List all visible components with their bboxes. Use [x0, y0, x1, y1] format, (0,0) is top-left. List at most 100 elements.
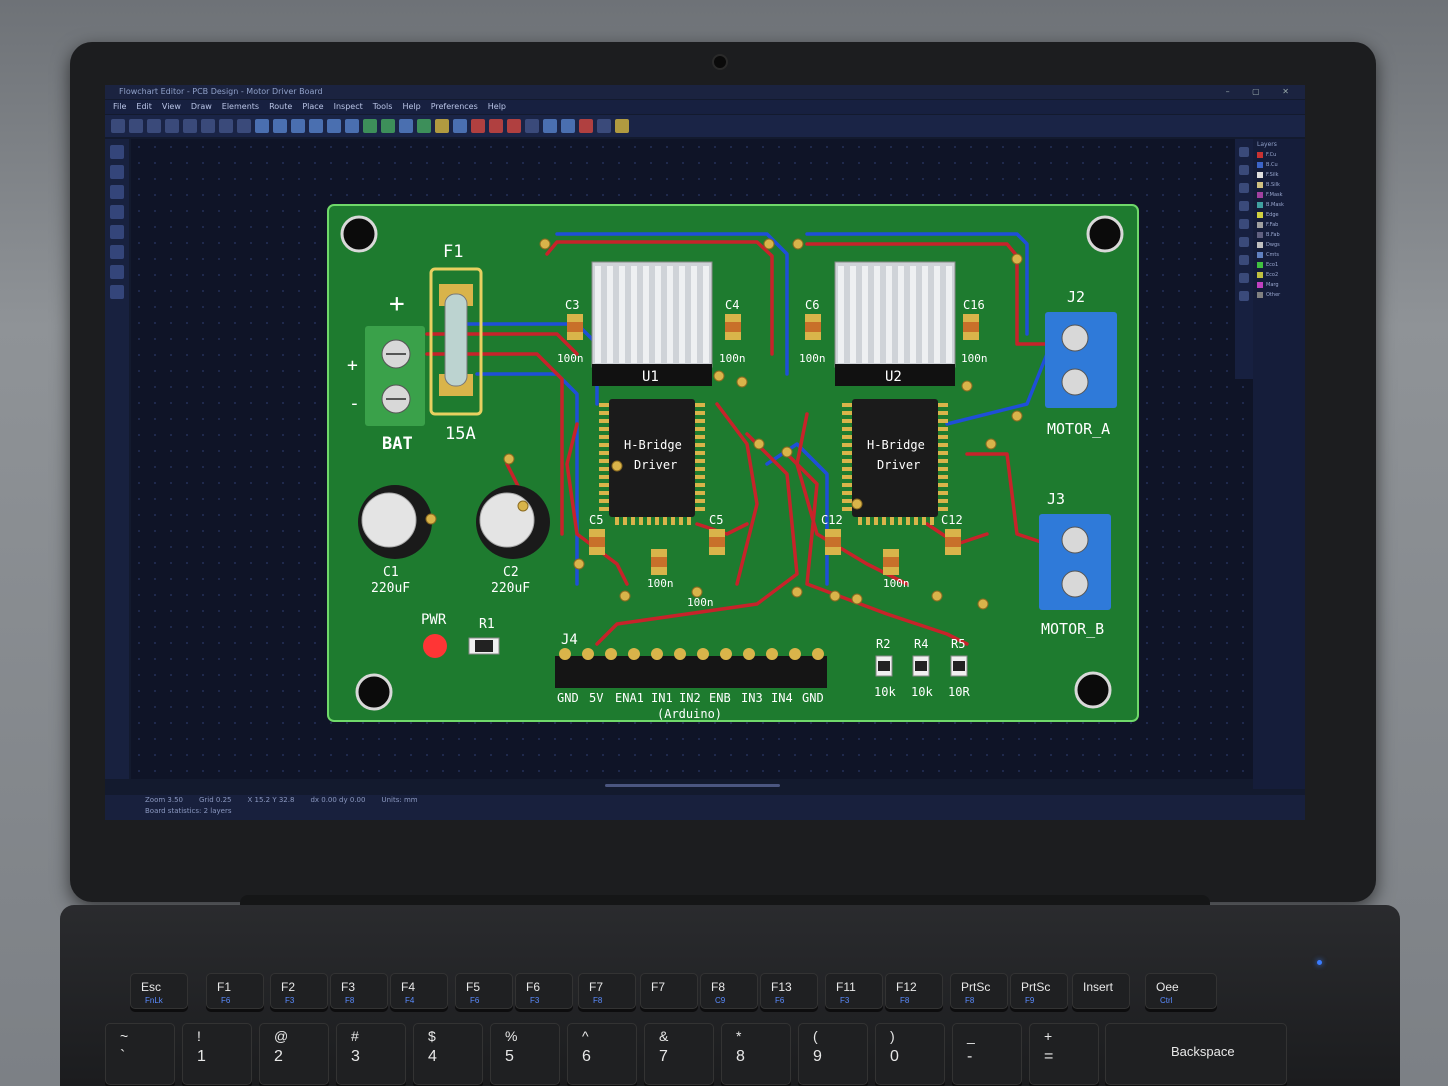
right-tool-icon[interactable]: [1239, 219, 1249, 229]
fn-key[interactable]: F2 F3: [270, 973, 328, 1009]
number-key[interactable]: ~ `: [105, 1023, 175, 1085]
toolbar-icon[interactable]: [381, 119, 395, 133]
number-key[interactable]: $4: [413, 1023, 483, 1085]
right-tool-icon[interactable]: [1239, 147, 1249, 157]
left-tool-icon[interactable]: [110, 185, 124, 199]
toolbar-icon[interactable]: [507, 119, 521, 133]
toolbar-icon[interactable]: [471, 119, 485, 133]
fn-key[interactable]: F1 F6: [206, 973, 264, 1009]
resistor-r2[interactable]: [875, 655, 893, 677]
bat-terminal[interactable]: [365, 326, 425, 426]
menu-item[interactable]: View: [162, 102, 181, 111]
left-tool-icon[interactable]: [110, 265, 124, 279]
fn-key[interactable]: F12 F8: [885, 973, 943, 1009]
number-key[interactable]: % 5: [490, 1023, 560, 1085]
menu-item[interactable]: Help: [488, 102, 506, 111]
number-key[interactable]: & 7: [644, 1023, 714, 1085]
fn-key[interactable]: F5 F6: [455, 973, 513, 1009]
number-key[interactable]: @2: [259, 1023, 329, 1085]
layer-row[interactable]: Eco2: [1253, 270, 1305, 280]
resistor-r4[interactable]: [912, 655, 930, 677]
toolbar-icon[interactable]: [417, 119, 431, 133]
pwr-led[interactable]: [423, 634, 447, 658]
fn-key[interactable]: F13 F6: [760, 973, 818, 1009]
menu-item[interactable]: Preferences: [431, 102, 478, 111]
toolbar-icon[interactable]: [147, 119, 161, 133]
toolbar-icon[interactable]: [525, 119, 539, 133]
menu-item[interactable]: Draw: [191, 102, 212, 111]
toolbar-icon[interactable]: [201, 119, 215, 133]
number-key[interactable]: * 8: [721, 1023, 791, 1085]
header-j4[interactable]: [555, 656, 827, 688]
fn-key[interactable]: Oee Ctrl: [1145, 973, 1217, 1009]
toolbar-icon[interactable]: [561, 119, 575, 133]
toolbar-icon[interactable]: [345, 119, 359, 133]
capacitor-c2[interactable]: [476, 485, 550, 559]
number-key[interactable]: #3: [336, 1023, 406, 1085]
number-key[interactable]: ) 0: [875, 1023, 945, 1085]
toolbar-icon[interactable]: [327, 119, 341, 133]
right-tool-icon[interactable]: [1239, 291, 1249, 301]
resistor-r5[interactable]: [950, 655, 968, 677]
fn-key[interactable]: F3 F8: [330, 973, 388, 1009]
fn-key[interactable]: F6 F3: [515, 973, 573, 1009]
terminal-j2[interactable]: [1045, 312, 1117, 408]
toolbar-icon[interactable]: [597, 119, 611, 133]
layer-row[interactable]: F.Mask: [1253, 190, 1305, 200]
left-tool-icon[interactable]: [110, 245, 124, 259]
right-tool-icon[interactable]: [1239, 237, 1249, 247]
toolbar-icon[interactable]: [309, 119, 323, 133]
number-key[interactable]: + =: [1029, 1023, 1099, 1085]
terminal-j3[interactable]: [1039, 514, 1111, 610]
pcb-board[interactable]: + + - BAT F1 15A C1 220uF C2 220uF PWR R…: [327, 204, 1139, 722]
menu-item[interactable]: File: [113, 102, 126, 111]
layer-row[interactable]: B.Cu: [1253, 160, 1305, 170]
menu-item[interactable]: Inspect: [334, 102, 363, 111]
toolbar-icon[interactable]: [237, 119, 251, 133]
number-key[interactable]: ! 1: [182, 1023, 252, 1085]
toolbar-icon[interactable]: [165, 119, 179, 133]
layer-row[interactable]: Cmts: [1253, 250, 1305, 260]
number-key[interactable]: ^ 6: [567, 1023, 637, 1085]
right-tool-icon[interactable]: [1239, 183, 1249, 193]
fn-key[interactable]: Insert: [1072, 973, 1130, 1009]
layer-row[interactable]: Other: [1253, 290, 1305, 300]
fn-key[interactable]: PrtSc F8: [950, 973, 1008, 1009]
window-controls[interactable]: – ▢ ✕: [1226, 85, 1299, 99]
left-tool-icon[interactable]: [110, 145, 124, 159]
toolbar-icon[interactable]: [399, 119, 413, 133]
menu-item[interactable]: Tools: [373, 102, 393, 111]
fn-key[interactable]: F11 F3: [825, 973, 883, 1009]
fn-key[interactable]: F8 C9: [700, 973, 758, 1009]
right-tool-icon[interactable]: [1239, 255, 1249, 265]
toolbar-icon[interactable]: [129, 119, 143, 133]
layer-row[interactable]: B.Fab: [1253, 230, 1305, 240]
ic-u2-heatsink[interactable]: [834, 261, 956, 368]
left-tool-icon[interactable]: [110, 205, 124, 219]
right-tool-icon[interactable]: [1239, 201, 1249, 211]
left-tool-icon[interactable]: [110, 285, 124, 299]
toolbar-icon[interactable]: [273, 119, 287, 133]
fn-key[interactable]: F4 F4: [390, 973, 448, 1009]
right-tool-icon[interactable]: [1239, 165, 1249, 175]
layer-row[interactable]: F.Fab: [1253, 220, 1305, 230]
toolbar-icon[interactable]: [453, 119, 467, 133]
capacitor-c1[interactable]: [358, 485, 432, 559]
fn-key[interactable]: F7: [640, 973, 698, 1009]
toolbar-icon[interactable]: [543, 119, 557, 133]
fn-key[interactable]: F7 F8: [578, 973, 636, 1009]
layer-row[interactable]: F.Cu: [1253, 150, 1305, 160]
layer-row[interactable]: Dwgs: [1253, 240, 1305, 250]
ic-u1-heatsink[interactable]: [591, 261, 713, 368]
layer-row[interactable]: B.Silk: [1253, 180, 1305, 190]
menu-item[interactable]: Place: [302, 102, 323, 111]
left-tool-icon[interactable]: [110, 225, 124, 239]
layer-row[interactable]: F.Silk: [1253, 170, 1305, 180]
toolbar-icon[interactable]: [579, 119, 593, 133]
toolbar-icon[interactable]: [489, 119, 503, 133]
number-key[interactable]: _ -: [952, 1023, 1022, 1085]
toolbar-icon[interactable]: [615, 119, 629, 133]
toolbar-icon[interactable]: [255, 119, 269, 133]
toolbar-icon[interactable]: [363, 119, 377, 133]
layer-row[interactable]: Eco1: [1253, 260, 1305, 270]
